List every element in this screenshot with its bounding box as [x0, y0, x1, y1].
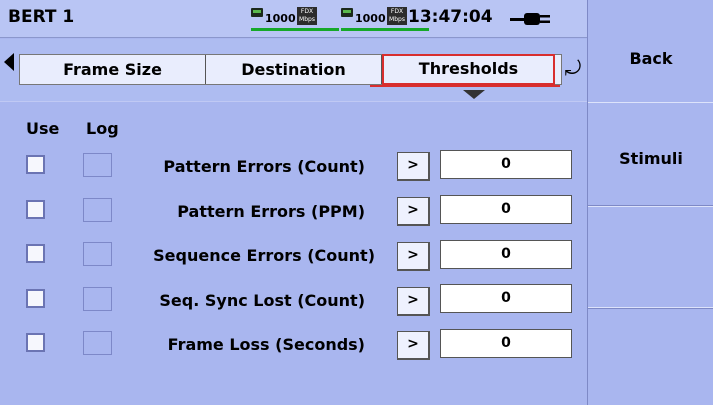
title-bar: BERT 1 1000 FDX Mbps 1000 FDX Mbps 13:47…: [0, 0, 587, 38]
ethernet-port-icon: [341, 8, 353, 17]
duplex-unit-2: Mbps: [389, 16, 405, 23]
value-field-pattern-errors-ppm[interactable]: 0: [440, 195, 572, 224]
tabs-row: Frame Size Destination Thresholds: [19, 54, 562, 85]
edit-button-pattern-errors-ppm[interactable]: >: [397, 197, 430, 226]
row-label-frame-loss-seconds: Frame Loss (Seconds): [167, 335, 365, 354]
main-panel: BERT 1 1000 FDX Mbps 1000 FDX Mbps 13:47…: [0, 0, 587, 405]
use-checkbox-pattern-errors-count[interactable]: [26, 155, 45, 174]
value-field-pattern-errors-count[interactable]: 0: [440, 150, 572, 179]
edit-button-frame-loss-seconds[interactable]: >: [397, 331, 430, 360]
log-column-header: Log: [86, 119, 119, 138]
duplex-label-2: FDX: [390, 8, 404, 15]
active-tab-underline: [370, 85, 560, 87]
row-label-pattern-errors-count: Pattern Errors (Count): [163, 157, 365, 176]
active-tab-caret-icon: [463, 90, 485, 99]
tab-bar: Frame Size Destination Thresholds ⤾: [0, 39, 587, 101]
value-field-sequence-errors-count[interactable]: 0: [440, 240, 572, 269]
use-checkbox-seq-sync-lost-count[interactable]: [26, 289, 45, 308]
window-title: BERT 1: [8, 7, 75, 27]
edit-button-pattern-errors-count[interactable]: >: [397, 152, 430, 181]
use-checkbox-pattern-errors-ppm[interactable]: [26, 200, 45, 219]
link-status-1: 1000 FDX Mbps: [251, 4, 339, 34]
duplex-unit-1: Mbps: [299, 16, 315, 23]
value-field-frame-loss-seconds[interactable]: 0: [440, 329, 572, 358]
use-column-header: Use: [26, 119, 60, 138]
ethernet-port-icon: [251, 8, 263, 17]
value-field-seq-sync-lost-count[interactable]: 0: [440, 284, 572, 313]
row-label-sequence-errors-count: Sequence Errors (Count): [153, 246, 375, 265]
duplex-label-1: FDX: [300, 8, 314, 15]
link-activity-bar-1: [251, 28, 339, 31]
edit-button-seq-sync-lost-count[interactable]: >: [397, 287, 430, 316]
log-checkbox-pattern-errors-count[interactable]: [83, 153, 112, 177]
link-speed-2: 1000: [355, 12, 386, 25]
log-checkbox-frame-loss-seconds[interactable]: [83, 331, 112, 355]
link-activity-bar-2: [341, 28, 429, 31]
row-label-seq-sync-lost-count: Seq. Sync Lost (Count): [159, 291, 365, 310]
log-checkbox-sequence-errors-count[interactable]: [83, 242, 112, 266]
row-label-pattern-errors-ppm: Pattern Errors (PPM): [177, 202, 365, 221]
link-speed-1: 1000: [265, 12, 296, 25]
tab-destination[interactable]: Destination: [206, 55, 382, 84]
duplex-badge-1: FDX Mbps: [297, 7, 317, 25]
log-checkbox-pattern-errors-ppm[interactable]: [83, 198, 112, 222]
tab-thresholds[interactable]: Thresholds: [382, 54, 555, 85]
more-tabs-return-icon[interactable]: ⤾: [564, 54, 582, 82]
stimuli-button[interactable]: Stimuli: [588, 103, 713, 206]
use-checkbox-sequence-errors-count[interactable]: [26, 244, 45, 263]
log-checkbox-seq-sync-lost-count[interactable]: [83, 287, 112, 311]
ac-plug-icon: [510, 13, 550, 25]
softkey-3-button[interactable]: [588, 206, 713, 308]
thresholds-panel: Use Log Pattern Errors (Count) > 0 Patte…: [0, 101, 587, 405]
scroll-left-arrow-icon[interactable]: [4, 53, 14, 71]
clock: 13:47:04: [408, 7, 493, 27]
use-checkbox-frame-loss-seconds[interactable]: [26, 333, 45, 352]
tab-frame-size[interactable]: Frame Size: [20, 55, 206, 84]
duplex-badge-2: FDX Mbps: [387, 7, 407, 25]
back-button[interactable]: Back: [588, 0, 713, 103]
softkey-4-button[interactable]: [588, 308, 713, 405]
edit-button-sequence-errors-count[interactable]: >: [397, 242, 430, 271]
softkey-sidebar: Back Stimuli: [587, 0, 713, 405]
